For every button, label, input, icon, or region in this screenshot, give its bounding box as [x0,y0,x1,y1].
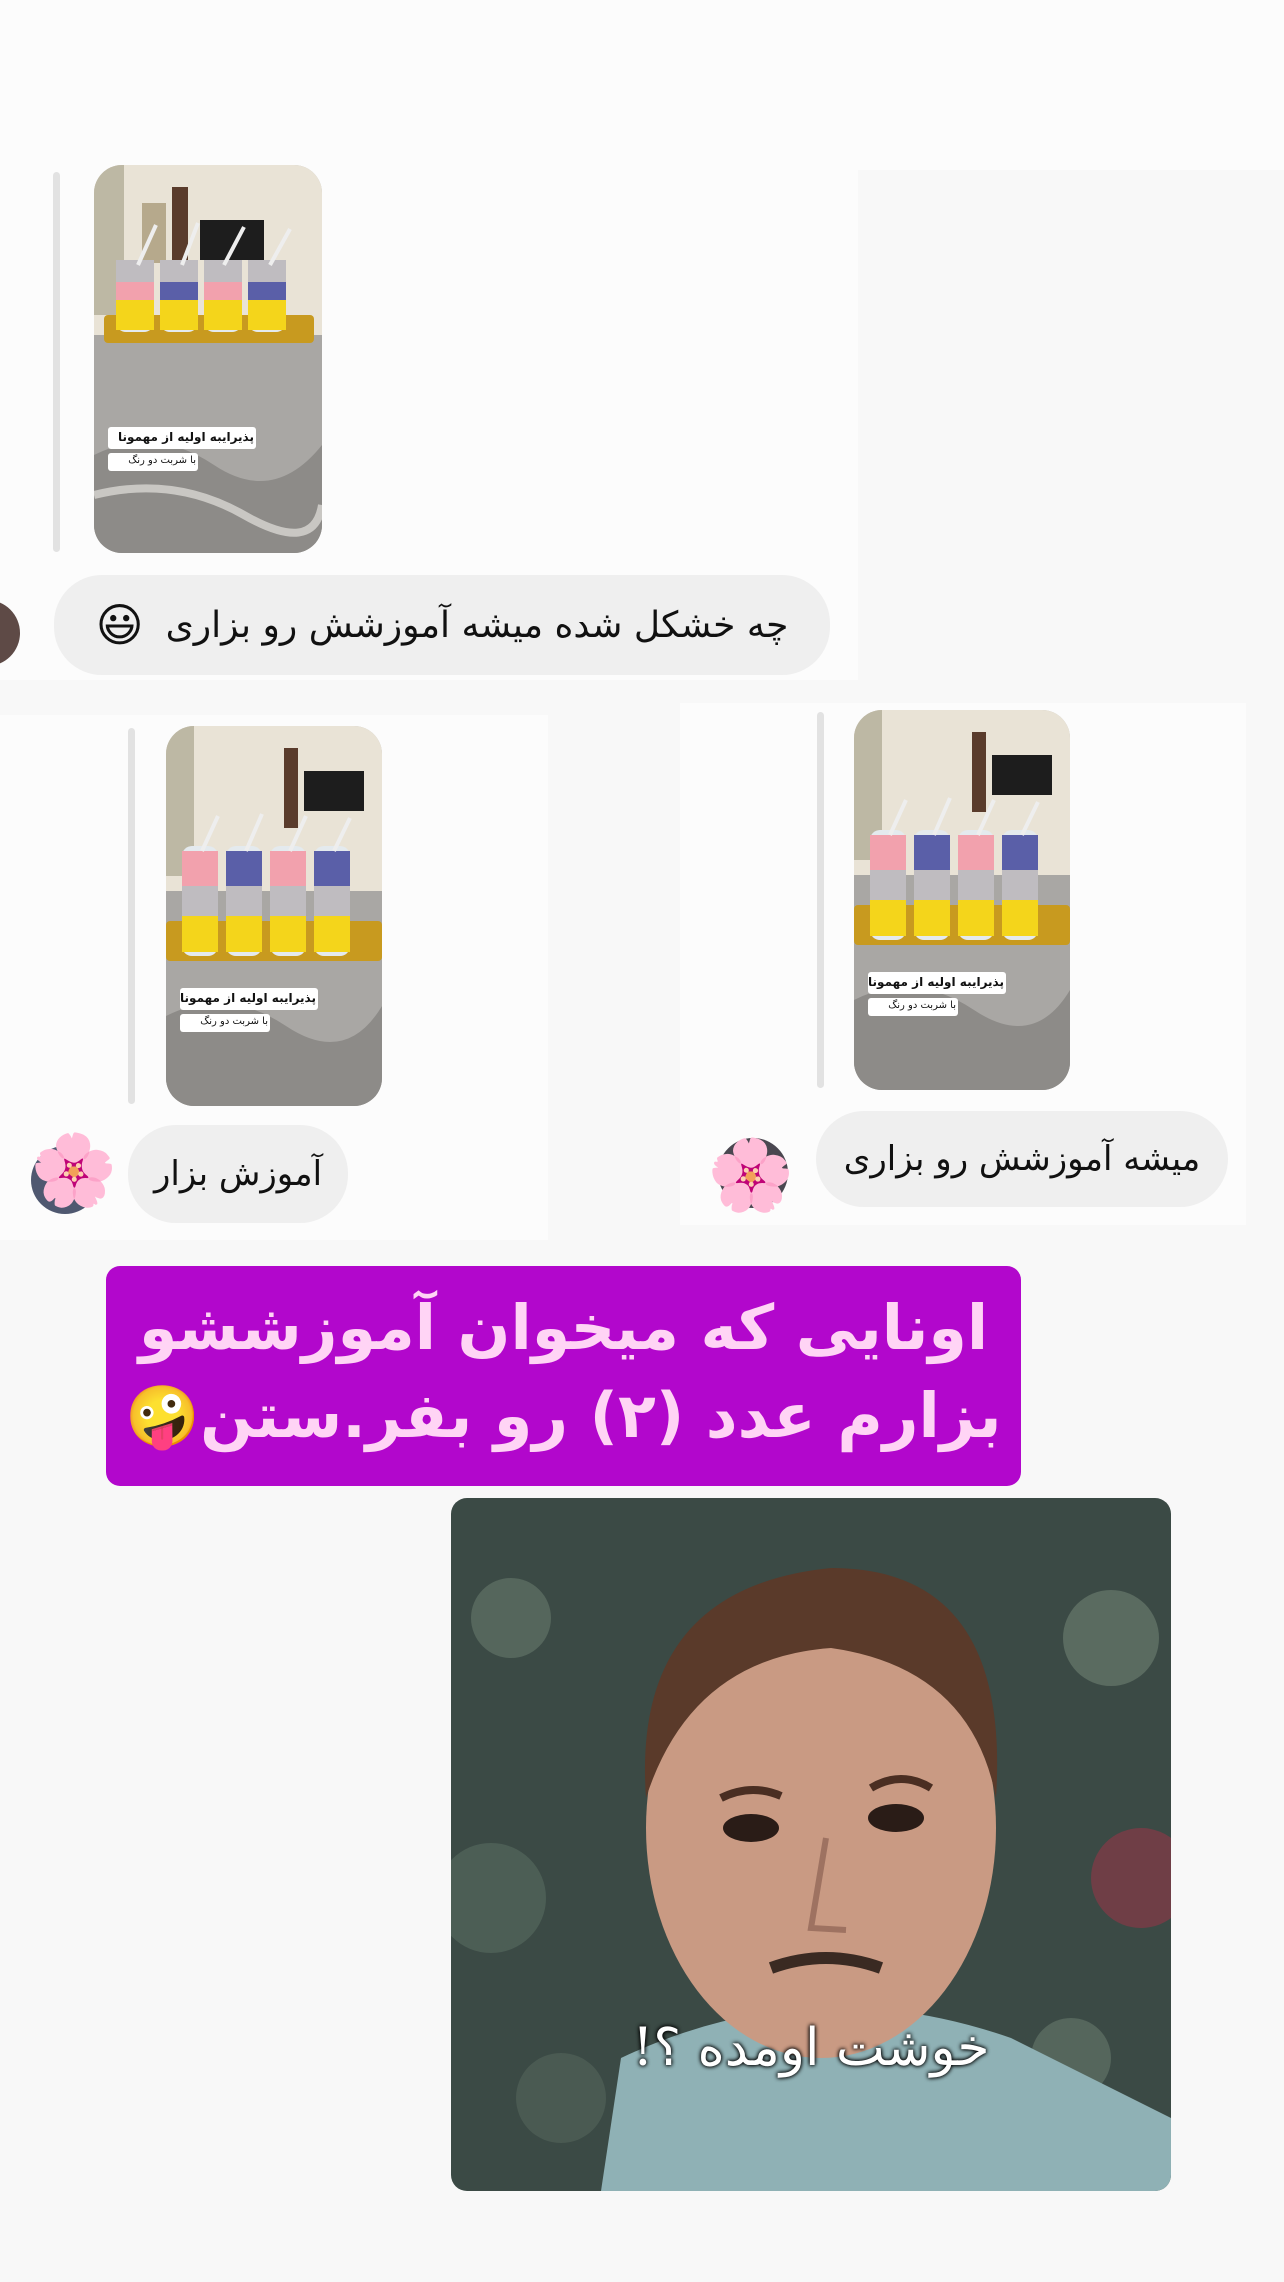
smiley-emoji: 😃 [95,598,144,652]
message-text: میشه آموزشش رو بزاری [843,1139,1201,1179]
story-caption-2: با شربت دو رنگ [128,455,196,466]
story-caption-2: با شربت دو رنگ [200,1016,268,1027]
meme-caption: خوشت اومده ؟! [632,2018,990,2078]
story-caption-2: با شربت دو رنگ [888,1000,956,1011]
message-bubble[interactable]: آموزش بزار [128,1125,348,1223]
story-thumbnail[interactable]: پذیرایبه اولیه از مهمونا با شربت دو رنگ [94,165,322,553]
drinks-tray-image [94,165,322,553]
reply-indicator-bar [817,712,824,1088]
top-blank-area [0,0,1284,170]
banner-line-2-row: بزارم عدد (۲) رو بفر.ستن🤪 [106,1376,1021,1457]
message-text: آموزش بزار [153,1154,323,1194]
flower-avatar-emoji: 🌸 [30,1129,118,1211]
message-bubble[interactable]: چه خشکل شده میشه آموزشش رو بزاری 😃 [54,575,830,675]
message-text: چه خشکل شده میشه آموزشش رو بزاری [165,604,789,646]
reply-indicator-bar [128,728,135,1104]
man-portrait-image [451,1498,1171,2191]
announcement-banner: اونایی که میخوان آموزششو بزارم عدد (۲) ر… [106,1266,1021,1486]
flower-avatar-emoji: 🌸 [707,1134,795,1216]
drinks-tray-image [166,726,382,1106]
reply-indicator-bar [53,172,60,552]
meme-image[interactable]: خوشت اومده ؟! [451,1498,1171,2191]
crazy-face-emoji: 🤪 [125,1382,201,1452]
story-caption-1: پذیرایبه اولیه از مهمونا [868,975,1004,989]
banner-line-2: بزارم عدد (۲) رو بفر.ستن [200,1379,1002,1452]
drinks-tray-image [854,710,1070,1090]
story-thumbnail[interactable]: پذیرایبه اولیه از مهمونا با شربت دو رنگ [166,726,382,1106]
message-bubble[interactable]: میشه آموزشش رو بزاری [816,1111,1228,1207]
story-caption-1: پذیرایبه اولیه از مهمونا [180,991,316,1005]
story-thumbnail[interactable]: پذیرایبه اولیه از مهمونا با شربت دو رنگ [854,710,1070,1090]
story-caption-1: پذیرایبه اولیه از مهمونا [118,430,254,444]
banner-line-1: اونایی که میخوان آموزششو [138,1291,989,1364]
